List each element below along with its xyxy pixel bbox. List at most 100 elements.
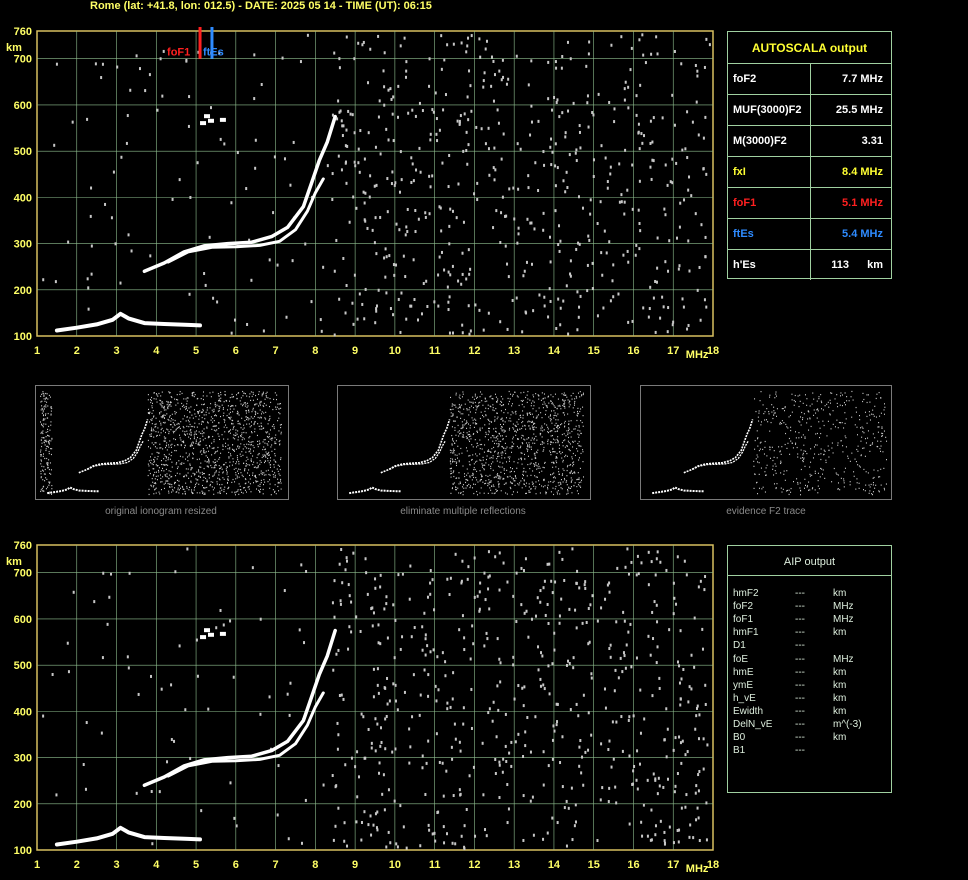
thumb-noise <box>463 424 465 426</box>
noise-dot <box>474 834 477 838</box>
thumb-noise <box>764 471 766 473</box>
y-tick-label: 760 <box>14 540 32 552</box>
noise-dot <box>253 53 256 57</box>
noise-points <box>42 33 711 337</box>
noise-dot <box>647 634 650 638</box>
y-tick-label: 200 <box>14 285 32 297</box>
noise-dot <box>389 307 392 311</box>
noise-dot <box>629 622 632 626</box>
thumb-noise <box>850 396 852 398</box>
thumb-noise <box>165 475 167 477</box>
thumb-noise <box>775 487 777 490</box>
noise-dot <box>531 795 534 799</box>
thumb-noise <box>235 394 237 396</box>
thumb-noise <box>162 421 164 424</box>
noise-dot <box>485 39 488 43</box>
thumb-noise <box>506 461 508 463</box>
aip-value: --- <box>795 719 805 730</box>
thumb-noise <box>576 478 578 481</box>
thumb-noise <box>547 426 549 428</box>
noise-dot <box>84 787 87 791</box>
thumb-noise <box>843 482 845 484</box>
thumb-noise <box>796 446 798 449</box>
thumb-noise <box>557 413 559 415</box>
thumb-trace <box>692 440 749 471</box>
thumb-noise <box>496 474 498 476</box>
thumb-noise <box>241 434 243 436</box>
thumb-noise <box>257 416 259 419</box>
thumb-noise <box>552 447 554 450</box>
thumb-noise <box>164 421 166 424</box>
thumb-noise <box>220 391 222 394</box>
thumb-noise <box>179 408 181 410</box>
noise-dot <box>622 651 625 655</box>
thumb-noise <box>185 405 187 408</box>
noise-dot <box>494 772 497 776</box>
noise-dot <box>342 697 345 701</box>
thumb-noise <box>168 432 170 435</box>
thumb-noise <box>44 457 46 460</box>
thumb-noise <box>802 417 804 419</box>
noise-dot <box>608 100 611 104</box>
thumb-noise <box>561 441 563 444</box>
thumb-noise <box>45 449 47 452</box>
thumb-noise <box>47 417 49 419</box>
thumb-noise <box>190 467 192 469</box>
thumb-noise <box>264 460 266 462</box>
thumb-noise <box>814 489 816 491</box>
thumb-noise <box>174 438 176 441</box>
thumb-noise <box>567 488 569 491</box>
thumb-noise <box>269 487 271 489</box>
thumb-noise <box>797 483 799 485</box>
noise-dot <box>626 249 629 253</box>
thumb-noise <box>452 471 454 474</box>
thumb-noise <box>206 486 208 489</box>
noise-dot <box>680 677 683 681</box>
thumb-noise <box>768 411 770 413</box>
noise-dot <box>680 806 683 810</box>
noise-dot <box>529 750 532 754</box>
thumb-noise <box>571 430 573 433</box>
thumb-noise <box>155 471 157 473</box>
thumb-noise <box>185 482 187 484</box>
noise-dot <box>66 641 69 645</box>
thumb-noise <box>511 411 513 413</box>
noise-dot <box>502 75 505 79</box>
thumb-noise <box>254 415 256 418</box>
thumb-noise <box>880 484 882 486</box>
row-divider <box>810 64 811 94</box>
thumb-noise <box>45 477 47 479</box>
noise-dot <box>504 214 507 218</box>
noise-dot <box>507 275 510 279</box>
thumb-noise <box>253 446 255 449</box>
thumb-noise <box>199 492 201 494</box>
thumb-noise <box>50 440 52 442</box>
thumb-noise <box>836 402 838 405</box>
thumb-noise <box>563 422 565 424</box>
thumb-noise <box>190 475 192 477</box>
noise-dot <box>376 810 379 814</box>
thumb-noise <box>216 483 218 485</box>
thumb-noise <box>485 480 487 482</box>
thumb-noise <box>758 487 760 489</box>
noise-dot <box>148 73 151 77</box>
noise-dot <box>567 332 570 336</box>
noise-dot <box>506 783 509 787</box>
noise-dot <box>494 168 497 172</box>
noise-dot <box>529 221 532 225</box>
thumb-noise <box>781 446 783 448</box>
noise-dot <box>449 705 452 709</box>
noise-dot <box>668 239 671 243</box>
thumb-noise <box>212 425 214 427</box>
thumb-noise <box>489 427 491 429</box>
thumb-noise <box>450 396 452 399</box>
noise-dot <box>398 190 401 194</box>
aip-divider <box>728 575 891 576</box>
noise-dot <box>374 577 377 581</box>
noise-dot <box>582 693 585 697</box>
thumb-noise <box>533 453 535 455</box>
thumb-noise <box>559 426 561 429</box>
thumb-noise <box>791 393 793 395</box>
thumb-noise <box>789 453 791 455</box>
thumb-noise <box>542 486 544 488</box>
